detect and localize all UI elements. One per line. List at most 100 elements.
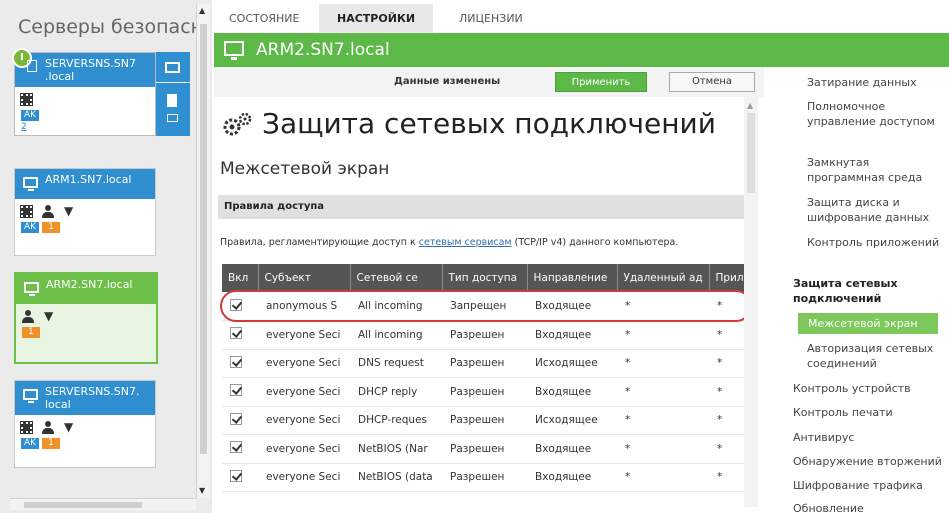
enabled-checkbox[interactable]: [230, 298, 242, 311]
section-title: Правила доступа: [224, 201, 325, 212]
nav-item-traffic-encryption[interactable]: Шифрование трафика: [793, 478, 943, 493]
nav-item-network-auth[interactable]: Авторизация сетевых соединений: [807, 341, 947, 371]
page-subtitle: Межсетевой экран: [220, 159, 390, 179]
nav-item-firewall[interactable]: Межсетевой экран: [798, 313, 938, 334]
enabled-checkbox[interactable]: [230, 327, 242, 340]
nav-item-intrusion-detection[interactable]: Обнаружение вторжений: [793, 454, 943, 469]
nav-item-update[interactable]: Обновление: [793, 501, 943, 513]
nav-item-device-control[interactable]: Контроль устройств: [793, 381, 943, 396]
scroll-up-icon[interactable]: ▲: [747, 101, 753, 110]
tab-state[interactable]: СОСТОЯНИЕ: [229, 12, 300, 25]
nav-item-app-control[interactable]: Контроль приложений: [807, 235, 947, 250]
monitor-icon: [23, 177, 38, 191]
count-badge: 1: [22, 327, 40, 338]
monitor-small-icon[interactable]: [167, 114, 178, 122]
cell-service: DHCP reply: [350, 377, 442, 407]
filter-icon: ▼: [64, 204, 74, 218]
content-vertical-scrollbar[interactable]: ▲: [744, 97, 758, 507]
scroll-thumb[interactable]: [24, 502, 142, 508]
cell-access: Разрешен: [442, 463, 527, 492]
enabled-checkbox[interactable]: [230, 384, 242, 397]
column-header[interactable]: Тип доступа: [442, 264, 528, 292]
enabled-checkbox[interactable]: [230, 469, 242, 482]
enabled-checkbox[interactable]: [230, 355, 242, 368]
cell-subject: everyone Seci: [258, 434, 350, 464]
settings-content: Защита сетевых подключений Межсетевой эк…: [214, 97, 754, 513]
gears-icon: [223, 112, 252, 136]
chip-icon: [20, 92, 33, 106]
table-row[interactable]: anonymous S All incoming Запрещен Входящее *…: [222, 292, 750, 321]
cell-access: Разрешен: [442, 377, 527, 407]
server-card-side-actions: [156, 52, 190, 136]
cancel-button[interactable]: Отмена: [669, 72, 755, 92]
user-icon: [22, 309, 34, 323]
tab-licenses[interactable]: ЛИЦЕНЗИИ: [459, 12, 523, 25]
ak-badge: AK: [21, 222, 40, 233]
cell-subject: everyone Seci: [258, 320, 350, 350]
nav-item-data-erasure[interactable]: Затирание данных: [807, 75, 947, 90]
server-card-header: ARM1.SN7.local: [15, 169, 155, 199]
cell-service: NetBIOS (data: [350, 463, 442, 492]
table-row[interactable]: everyone Seci NetBIOS (data Разрешен Входящ…: [222, 463, 750, 492]
nav-item-print-control[interactable]: Контроль печати: [793, 405, 943, 420]
server-card-header: SERVERSNS.SN7. local: [15, 381, 155, 415]
cell-service: All incoming: [350, 292, 442, 321]
cell-remote: *: [617, 377, 709, 407]
servers-panel: Серверы безопасн SERVERSNS.SN7 .local AK…: [0, 0, 212, 513]
enabled-checkbox[interactable]: [230, 441, 242, 454]
cell-remote: *: [617, 463, 709, 492]
cell-subject: everyone Seci: [258, 377, 350, 407]
servers-vertical-scrollbar[interactable]: ▲ ▼: [196, 4, 210, 498]
servers-panel-title: Серверы безопасн: [18, 16, 198, 38]
monitor-icon: [24, 282, 39, 296]
network-services-link[interactable]: сетевым сервисам: [419, 237, 512, 248]
cell-access: Разрешен: [442, 320, 527, 350]
nav-item-network-protection[interactable]: Защита сетевых подключений: [793, 276, 943, 306]
cell-service: DNS request: [350, 349, 442, 378]
table-row[interactable]: everyone Seci DNS request Разрешен Исходяще…: [222, 349, 750, 378]
table-row[interactable]: everyone Seci All incoming Разрешен Входяще…: [222, 320, 750, 350]
tab-settings[interactable]: НАСТРОЙКИ: [319, 4, 434, 33]
ak-badge: AK: [21, 438, 40, 449]
access-rules-table: Вкл Субъект Сетевой се Тип доступа Напра…: [222, 264, 751, 492]
settings-tabs: СОСТОЯНИЕ НАСТРОЙКИ ЛИЦЕНЗИИ: [215, 0, 949, 33]
monitor-icon: [224, 41, 244, 60]
table-row[interactable]: everyone Seci DHCP-reques Разрешен Исходяще…: [222, 406, 750, 435]
servers-horizontal-scrollbar[interactable]: [10, 498, 196, 510]
column-header[interactable]: Субъект: [258, 264, 351, 292]
cell-remote: *: [617, 349, 709, 378]
enabled-checkbox[interactable]: [230, 412, 242, 425]
count-link[interactable]: 2: [21, 122, 149, 132]
nav-item-closed-environment[interactable]: Замкнутая программная среда: [807, 155, 947, 185]
nav-item-mandatory-access[interactable]: Полномочное управление доступом: [807, 99, 947, 129]
server-card-serversns-2[interactable]: SERVERSNS.SN7. local ▼ AK 1: [14, 380, 156, 468]
filter-icon: ▼: [64, 420, 74, 434]
server-card-arm2[interactable]: ARM2.SN7.local ▼ 1: [14, 272, 158, 364]
column-header[interactable]: Направление: [527, 264, 618, 292]
server-doc-icon: [27, 60, 37, 72]
nav-item-antivirus[interactable]: Антивирус: [793, 430, 943, 445]
server-card-arm1[interactable]: ARM1.SN7.local ▼ AK 1: [14, 168, 156, 256]
server-card-name: ARM2.SN7.local: [46, 278, 133, 291]
section-description: Правила, регламентирующие доступ к сетев…: [220, 237, 679, 248]
column-header[interactable]: Вкл: [222, 264, 259, 292]
count-badge: 1: [42, 222, 60, 233]
apply-button[interactable]: Применить: [555, 72, 647, 92]
column-header[interactable]: Сетевой се: [350, 264, 443, 292]
scroll-up-icon[interactable]: ▲: [199, 6, 205, 15]
nav-item-disk-encryption[interactable]: Защита диска и шифрование данных: [807, 195, 947, 225]
table-row[interactable]: everyone Seci DHCP reply Разрешен Входящее *…: [222, 377, 750, 407]
scroll-down-icon[interactable]: ▼: [199, 486, 205, 495]
table-row[interactable]: everyone Seci NetBIOS (Nar Разрешен Входяще…: [222, 434, 750, 464]
scroll-thumb[interactable]: [747, 113, 755, 193]
cell-access: Разрешен: [442, 434, 527, 464]
server-icon[interactable]: [167, 94, 177, 107]
user-icon: [42, 204, 54, 218]
scroll-thumb[interactable]: [200, 24, 207, 454]
monitor-icon[interactable]: [165, 62, 180, 73]
cell-direction: Входящее: [527, 377, 617, 407]
column-header[interactable]: Удаленный ад: [617, 264, 710, 292]
cell-access: Запрещен: [442, 292, 527, 321]
user-icon: [42, 420, 54, 434]
cell-access: Разрешен: [442, 406, 527, 435]
